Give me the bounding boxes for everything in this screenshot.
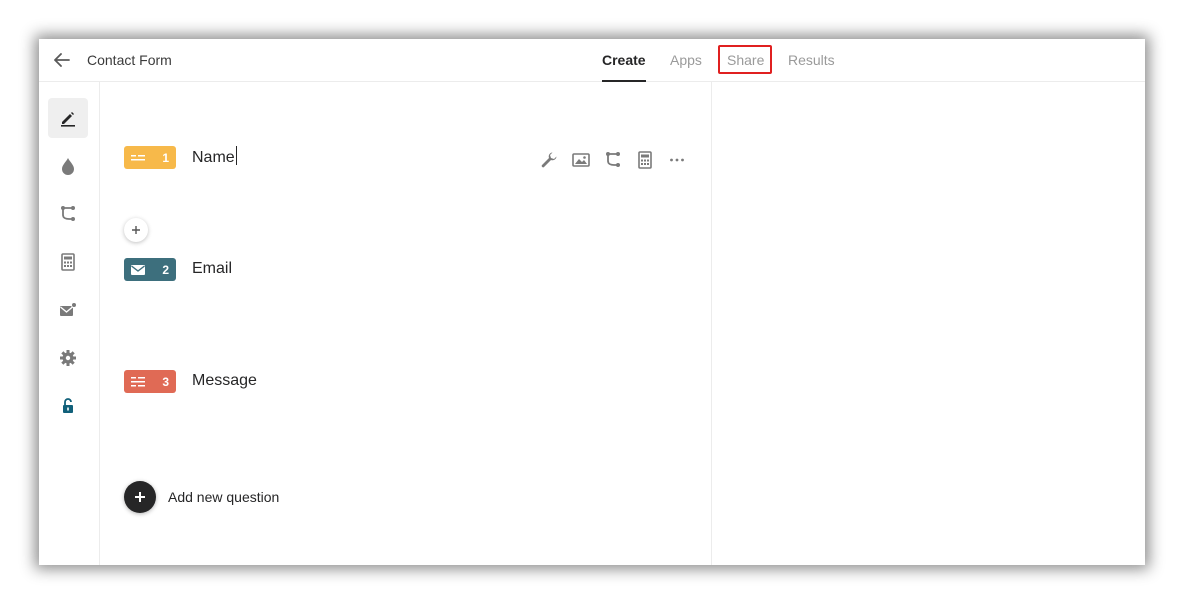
sidebar bbox=[39, 82, 100, 565]
wrench-icon bbox=[541, 152, 557, 168]
logic-tool-button[interactable] bbox=[597, 148, 629, 172]
sidebar-item-content[interactable] bbox=[48, 98, 88, 138]
calculator-icon bbox=[61, 253, 75, 271]
question-title: Name bbox=[192, 149, 235, 166]
plus-icon bbox=[132, 226, 140, 234]
question-number: 1 bbox=[162, 150, 169, 165]
sidebar-item-notifications[interactable] bbox=[48, 290, 88, 330]
settings-tool-button[interactable] bbox=[533, 148, 565, 172]
calculator-tool-button[interactable] bbox=[629, 148, 661, 172]
sidebar-item-access[interactable] bbox=[48, 386, 88, 426]
plus-icon bbox=[135, 492, 145, 502]
sidebar-item-design[interactable] bbox=[48, 146, 88, 186]
question-badge-2[interactable]: 2 bbox=[124, 258, 176, 281]
form-editor: 1 Name 2 Email 3 Message Add new questio… bbox=[100, 82, 711, 565]
insert-question-button[interactable] bbox=[124, 218, 148, 242]
logic-branch-icon bbox=[606, 152, 620, 167]
add-circle bbox=[124, 481, 156, 513]
app-window: Contact Form Create Apps Share Results 1… bbox=[39, 39, 1145, 565]
more-icon bbox=[670, 158, 684, 162]
image-icon bbox=[572, 153, 590, 167]
tab-share[interactable]: Share bbox=[727, 50, 764, 70]
image-tool-button[interactable] bbox=[565, 148, 597, 172]
question-toolbar bbox=[533, 148, 693, 172]
tab-results[interactable]: Results bbox=[788, 50, 835, 70]
text-caret bbox=[235, 146, 237, 165]
question-title-input-1[interactable]: Name bbox=[192, 146, 237, 169]
sidebar-item-settings[interactable] bbox=[48, 338, 88, 378]
calculator-icon bbox=[638, 151, 652, 169]
question-number: 3 bbox=[162, 374, 169, 389]
question-number: 2 bbox=[162, 262, 169, 277]
unlock-icon bbox=[63, 398, 73, 413]
short-text-icon bbox=[131, 154, 145, 160]
tab-apps[interactable]: Apps bbox=[670, 50, 702, 70]
question-badge-3[interactable]: 3 bbox=[124, 370, 176, 393]
tab-create[interactable]: Create bbox=[602, 50, 646, 70]
pen-icon bbox=[61, 112, 75, 127]
mail-notification-icon bbox=[60, 302, 77, 316]
tab-bar: Create Apps Share Results bbox=[39, 39, 1145, 82]
header-bar: Contact Form Create Apps Share Results bbox=[39, 39, 1145, 82]
question-badge-1[interactable]: 1 bbox=[124, 146, 176, 169]
mail-icon bbox=[131, 264, 145, 275]
add-new-question-label: Add new question bbox=[168, 489, 280, 505]
logic-branch-icon bbox=[61, 206, 75, 221]
sidebar-item-calculator[interactable] bbox=[48, 242, 88, 282]
long-text-icon bbox=[131, 376, 145, 386]
preview-pane bbox=[711, 82, 1145, 565]
more-options-button[interactable] bbox=[661, 148, 693, 172]
question-title-2[interactable]: Email bbox=[192, 258, 232, 280]
add-new-question-button[interactable]: Add new question bbox=[124, 481, 279, 513]
question-title-3[interactable]: Message bbox=[192, 370, 257, 392]
sidebar-item-logic[interactable] bbox=[48, 194, 88, 234]
gear-icon bbox=[60, 350, 76, 366]
drop-icon bbox=[62, 158, 74, 175]
